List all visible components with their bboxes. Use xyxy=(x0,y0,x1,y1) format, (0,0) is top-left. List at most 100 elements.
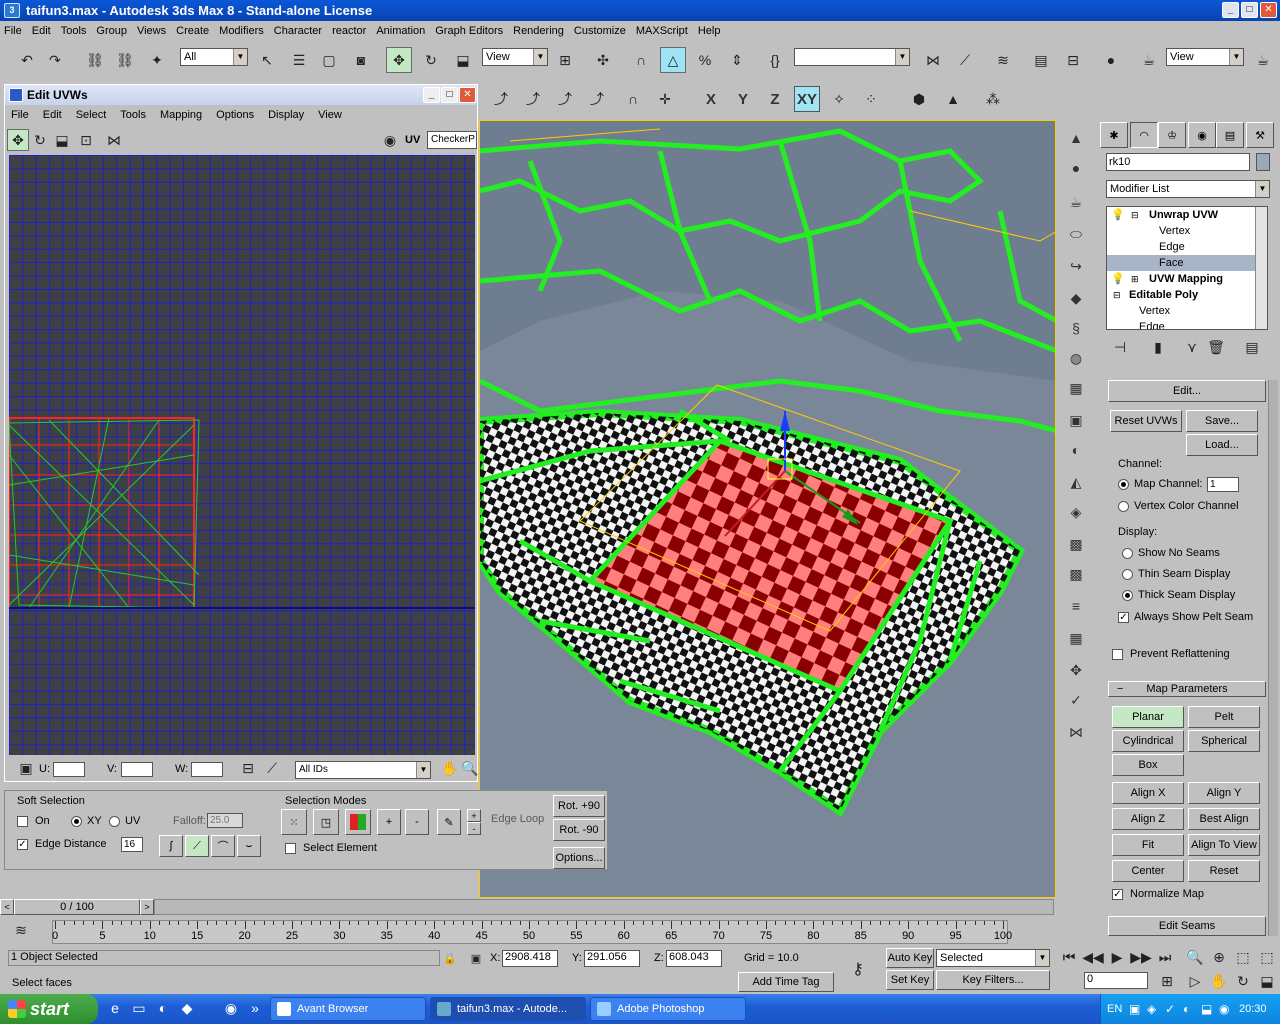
box-button[interactable]: Box xyxy=(1112,754,1184,776)
uvw-menu-display[interactable]: Display xyxy=(268,109,304,121)
time-slider-thumb[interactable]: 0 / 100 xyxy=(14,899,140,915)
uvw-menu-tools[interactable]: Tools xyxy=(120,109,146,121)
vertex-mode-icon[interactable]: ⁙ xyxy=(281,809,307,835)
checker-map-icon[interactable]: ◉ xyxy=(379,129,401,151)
ids-filter-combo[interactable]: All IDs ▼ xyxy=(295,761,431,779)
prevent-reflattening-checkbox[interactable] xyxy=(1112,649,1123,660)
u-input[interactable] xyxy=(53,762,85,777)
fit-button[interactable]: Fit xyxy=(1112,834,1184,856)
edge-loop-label[interactable]: Edge Loop xyxy=(491,813,544,825)
pan-icon[interactable]: ✋ xyxy=(1208,970,1230,992)
edit-seams-button[interactable]: Edit Seams xyxy=(1108,916,1266,936)
pin-stack-icon[interactable]: ⊣ xyxy=(1108,336,1132,358)
time-config-icon[interactable]: ⊞ xyxy=(1156,970,1178,992)
teapot-icon[interactable]: ☕ xyxy=(1064,190,1088,214)
soft-on-checkbox[interactable] xyxy=(17,816,28,827)
y-coord-input[interactable]: 291.056 xyxy=(584,950,640,967)
uvw-mirror-icon[interactable]: ⋈ xyxy=(103,129,125,151)
options-button[interactable]: Options... xyxy=(553,847,605,869)
falloff-smooth-icon[interactable]: ∫ xyxy=(159,835,183,857)
maximize-button[interactable]: □ xyxy=(1241,2,1258,18)
scatter-icon[interactable]: ⁘ xyxy=(858,86,884,112)
time-slider-track[interactable] xyxy=(154,899,1054,915)
selection-filter-combo[interactable]: All ▼ xyxy=(180,48,248,66)
shrink-selection-icon[interactable]: - xyxy=(405,809,429,835)
spherical-button[interactable]: Spherical xyxy=(1188,730,1260,752)
uvw-menu-view[interactable]: View xyxy=(318,109,342,121)
menu-file[interactable]: File xyxy=(4,25,22,37)
desktop-icon[interactable]: ▭ xyxy=(128,996,150,1020)
curve-editor-icon[interactable]: ▤ xyxy=(1028,47,1054,73)
falloff-fast-icon[interactable]: ⌣ xyxy=(237,835,261,857)
uv-editor-canvas[interactable] xyxy=(9,155,475,755)
uvw-menu-options[interactable]: Options xyxy=(216,109,254,121)
twist-icon[interactable]: § xyxy=(1064,316,1088,340)
stack-item-editable-poly[interactable]: ⊟ Editable Poly xyxy=(1107,287,1255,303)
percent-snap-icon[interactable]: % xyxy=(692,47,718,73)
create-tab-icon[interactable]: ✱ xyxy=(1100,122,1128,148)
menu-views[interactable]: Views xyxy=(137,25,166,37)
quick-render-icon[interactable]: ☕ xyxy=(1250,47,1276,73)
menu-animation[interactable]: Animation xyxy=(376,25,425,37)
stl-check-icon[interactable]: ✓ xyxy=(1064,688,1088,712)
stack-item-vertex[interactable]: Vertex xyxy=(1107,223,1255,239)
volume-icon[interactable]: ◈ xyxy=(1147,1002,1156,1016)
maximize-viewport-icon[interactable]: ⬓ xyxy=(1256,970,1278,992)
menu-group[interactable]: Group xyxy=(96,25,127,37)
media-icon[interactable]: ◐ xyxy=(152,996,174,1020)
stack-item-face[interactable]: Face xyxy=(1107,255,1255,271)
brush-icon[interactable]: ⟋ xyxy=(261,757,283,779)
menu-create[interactable]: Create xyxy=(176,25,209,37)
menu-character[interactable]: Character xyxy=(274,25,322,37)
menu-help[interactable]: Help xyxy=(698,25,721,37)
app-icon[interactable]: ◆ xyxy=(176,996,198,1020)
curve-icon[interactable]: ⤴ xyxy=(488,86,514,112)
command-panel-scrollbar[interactable] xyxy=(1268,380,1278,936)
object-color-swatch[interactable] xyxy=(1256,153,1270,171)
snaps-toggle-icon[interactable]: ∩ xyxy=(628,47,654,73)
undo-icon[interactable]: ↶ xyxy=(14,47,40,73)
start-button[interactable]: start xyxy=(0,994,98,1024)
sphere-icon[interactable]: ● xyxy=(1064,156,1088,180)
zoom-icon[interactable]: 🔍 xyxy=(461,757,479,779)
absolute-mode-icon[interactable]: ▣ xyxy=(466,948,486,968)
xy-radio[interactable] xyxy=(71,816,82,827)
lock-selection-icon[interactable]: ▣ xyxy=(15,757,37,779)
select-move-icon[interactable]: ✥ xyxy=(386,47,412,73)
uvw-menu-file[interactable]: File xyxy=(11,109,29,121)
w-input[interactable] xyxy=(191,762,223,777)
schematic-view-icon[interactable]: ⊟ xyxy=(1060,47,1086,73)
zoom-icon[interactable]: 🔍 xyxy=(1184,946,1206,968)
add-time-tag-button[interactable]: Add Time Tag xyxy=(738,972,834,992)
unlink-icon[interactable]: ⛓ xyxy=(112,47,138,73)
uvw-box-icon[interactable]: ▩ xyxy=(1064,562,1088,586)
uvw-close-button[interactable]: ✕ xyxy=(459,87,476,103)
lightbulb-icon[interactable]: 💡 xyxy=(1111,207,1125,223)
ie-icon[interactable]: e xyxy=(104,996,126,1020)
language-indicator[interactable]: EN xyxy=(1107,1003,1122,1015)
reset-uvws-button[interactable]: Reset UVWs xyxy=(1110,410,1182,432)
paint-shrink-icon[interactable]: - xyxy=(467,822,481,835)
time-prev-icon[interactable]: < xyxy=(0,899,14,915)
previous-frame-icon[interactable]: ◀◀ xyxy=(1082,946,1104,968)
load-button[interactable]: Load... xyxy=(1186,434,1258,456)
render-type-combo[interactable]: View ▼ xyxy=(1166,48,1244,66)
box-icon[interactable]: ⬢ xyxy=(906,86,932,112)
map-parameters-rollout[interactable]: − Map Parameters xyxy=(1108,681,1266,697)
arc-rotate-icon[interactable]: ↻ xyxy=(1232,970,1254,992)
stack-scrollbar[interactable] xyxy=(1255,207,1267,329)
align-icon[interactable]: ⟋ xyxy=(952,47,978,73)
cone-icon[interactable]: ▲ xyxy=(1064,126,1088,150)
angle-snap-icon[interactable]: △ xyxy=(660,47,686,73)
select-scale-icon[interactable]: ⬓ xyxy=(450,47,476,73)
mini-curve-editor-icon[interactable]: ≋ xyxy=(8,918,34,942)
next-frame-icon[interactable]: ▶▶ xyxy=(1130,946,1152,968)
hierarchy-tab-icon[interactable]: ♔ xyxy=(1158,122,1186,148)
object-name-input[interactable]: rk10 xyxy=(1106,153,1250,171)
stack-item-edge[interactable]: Edge xyxy=(1107,239,1255,255)
auto-key-button[interactable]: Auto Key xyxy=(886,948,934,968)
redo-icon[interactable]: ↷ xyxy=(42,47,68,73)
go-to-end-icon[interactable]: ⏭ xyxy=(1154,946,1176,968)
z-coord-input[interactable]: 608.043 xyxy=(666,950,722,967)
make-unique-icon[interactable]: ⋎ xyxy=(1180,336,1204,358)
